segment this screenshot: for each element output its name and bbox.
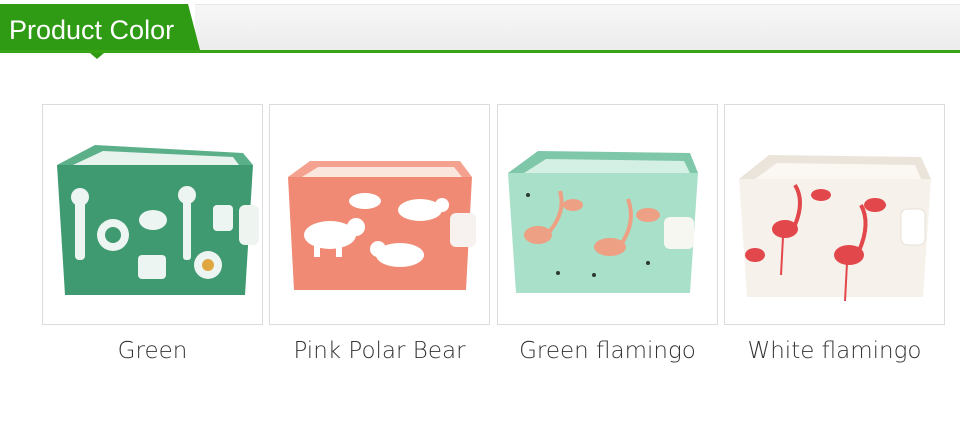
header-background xyxy=(195,4,960,50)
pink-polar-bear-basket-image xyxy=(288,161,476,290)
green-flamingo-basket-image xyxy=(508,151,698,293)
header-tab: Product Color xyxy=(0,4,200,50)
product-label: Green flamingo xyxy=(519,338,696,364)
product-card-pink-polar-bear[interactable] xyxy=(269,104,490,325)
product-label: Green xyxy=(117,338,188,364)
product-card-white-flamingo[interactable] xyxy=(724,104,945,325)
white-flamingo-basket-image xyxy=(739,155,931,302)
section-header: Product Color xyxy=(0,0,960,60)
header-divider xyxy=(0,50,960,53)
product-label: White flamingo xyxy=(747,338,922,364)
green-basket-image xyxy=(57,145,259,295)
section-title: Product Color xyxy=(9,15,175,45)
product-label: Pink Polar Bear xyxy=(293,338,466,364)
product-card-green[interactable] xyxy=(42,104,263,325)
tab-pointer-icon xyxy=(90,53,104,59)
product-card-green-flamingo[interactable] xyxy=(497,104,718,325)
